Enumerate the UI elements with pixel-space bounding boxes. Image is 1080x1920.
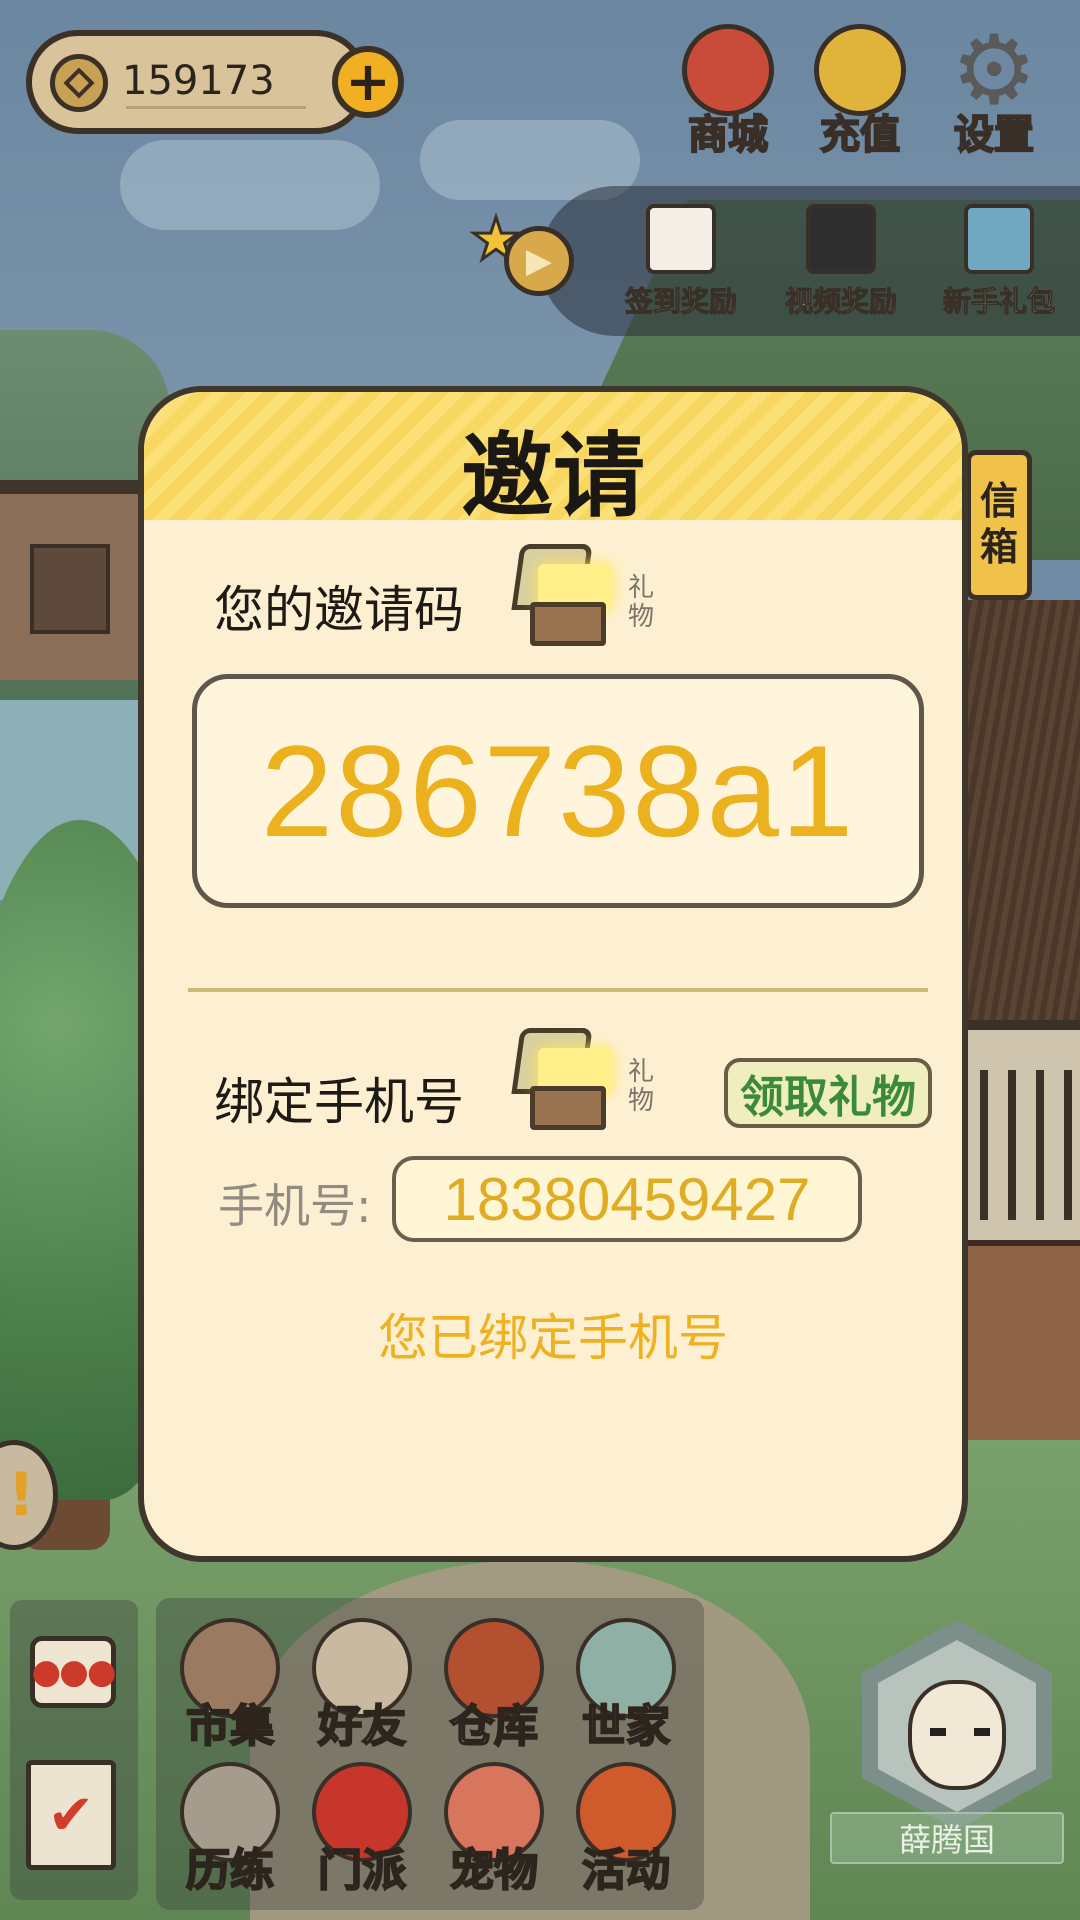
nav-family-label: 世家 bbox=[581, 1700, 671, 1753]
nav-market-label: 市集 bbox=[185, 1700, 275, 1753]
avatar[interactable] bbox=[908, 1680, 1006, 1790]
coin-underline bbox=[126, 106, 306, 109]
video-reward-button[interactable]: 视频奖励 bbox=[766, 204, 916, 320]
newbie-gift-label: 新手礼包 bbox=[942, 285, 1055, 319]
settings-label: 设置 bbox=[953, 111, 1035, 159]
checkin-reward-label: 签到奖励 bbox=[624, 285, 737, 319]
settings-button[interactable]: ⚙ 设置 bbox=[934, 22, 1054, 159]
nav-friends[interactable]: 好友 bbox=[302, 1618, 422, 1758]
dialog-title: 邀请 bbox=[460, 423, 645, 530]
gift-chest-icon[interactable] bbox=[510, 1028, 620, 1132]
clapperboard-icon bbox=[806, 204, 876, 274]
chat-button[interactable]: ●●● bbox=[30, 1636, 117, 1708]
mailbox-label-2: 箱 bbox=[979, 525, 1018, 569]
phone-number: 18380459427 bbox=[443, 1165, 811, 1233]
house-left bbox=[0, 480, 150, 680]
invite-dialog: 邀请 您的邀请码 礼物 286738a1 绑定手机号 礼物 领取礼物 手机号: … bbox=[138, 386, 968, 1562]
section-divider bbox=[188, 988, 928, 992]
nav-events[interactable]: 活动 bbox=[566, 1762, 686, 1902]
nav-pets[interactable]: 宠物 bbox=[434, 1762, 554, 1902]
add-coins-button[interactable]: + bbox=[332, 46, 404, 118]
coin-balance: 159173 bbox=[122, 58, 275, 104]
nav-friends-label: 好友 bbox=[317, 1700, 407, 1753]
phone-number-field[interactable]: 18380459427 bbox=[392, 1156, 862, 1242]
gift-caption: 礼物 bbox=[627, 1057, 654, 1116]
nav-family[interactable]: 世家 bbox=[566, 1618, 686, 1758]
wooden-deck bbox=[950, 1240, 1080, 1440]
mailbox-label-1: 信 bbox=[979, 479, 1018, 524]
recharge-button[interactable]: 充值 bbox=[800, 24, 920, 159]
shop-button[interactable]: 商城 bbox=[668, 24, 788, 159]
coin-balance-bar: 159173 bbox=[26, 30, 368, 134]
task-button[interactable]: ✔ bbox=[26, 1760, 116, 1870]
checkmark-icon: ✔ bbox=[47, 1782, 95, 1848]
phone-label: 手机号: bbox=[218, 1179, 372, 1233]
nav-storage-label: 仓库 bbox=[449, 1700, 539, 1753]
bind-phone-label: 绑定手机号 bbox=[214, 1073, 464, 1131]
gift-chest-icon[interactable] bbox=[510, 544, 620, 648]
calendar-icon bbox=[646, 204, 716, 274]
gift-caption: 礼物 bbox=[627, 573, 654, 632]
play-icon: ▶ bbox=[504, 226, 574, 296]
coin-icon bbox=[50, 54, 108, 112]
nav-market[interactable]: 市集 bbox=[170, 1618, 290, 1758]
nav-training-label: 历练 bbox=[185, 1844, 275, 1897]
newbie-gift-button[interactable]: 新手礼包 bbox=[924, 204, 1074, 320]
mailbox-button[interactable]: 信 箱 bbox=[966, 450, 1032, 600]
nav-pets-label: 宠物 bbox=[449, 1844, 539, 1897]
nav-sect[interactable]: 门派 bbox=[302, 1762, 422, 1902]
video-reward-label: 视频奖励 bbox=[784, 285, 897, 319]
invite-code-box[interactable]: 286738a1 bbox=[192, 674, 924, 908]
invite-code-label: 您的邀请码 bbox=[214, 581, 464, 639]
bound-status-message: 您已绑定手机号 bbox=[378, 1309, 728, 1367]
recharge-label: 充值 bbox=[819, 111, 901, 159]
cloud bbox=[120, 140, 380, 230]
claim-gift-button[interactable]: 领取礼物 bbox=[724, 1058, 932, 1128]
house-wall-right bbox=[960, 1020, 1080, 1240]
nav-sect-label: 门派 bbox=[317, 1844, 407, 1897]
nav-training[interactable]: 历练 bbox=[170, 1762, 290, 1902]
shop-label: 商城 bbox=[687, 111, 769, 159]
featured-video-button[interactable]: ★ ▶ bbox=[469, 209, 590, 300]
invite-code: 286738a1 bbox=[260, 718, 856, 864]
nav-events-label: 活动 bbox=[581, 1844, 671, 1897]
thatched-roof bbox=[960, 600, 1080, 1020]
chat-bubble-icon: ●●● bbox=[31, 1652, 117, 1692]
player-name: 薛腾国 bbox=[830, 1812, 1064, 1864]
nav-storage[interactable]: 仓库 bbox=[434, 1618, 554, 1758]
treasure-chest-icon bbox=[964, 204, 1034, 274]
checkin-reward-button[interactable]: 签到奖励 bbox=[606, 204, 756, 320]
